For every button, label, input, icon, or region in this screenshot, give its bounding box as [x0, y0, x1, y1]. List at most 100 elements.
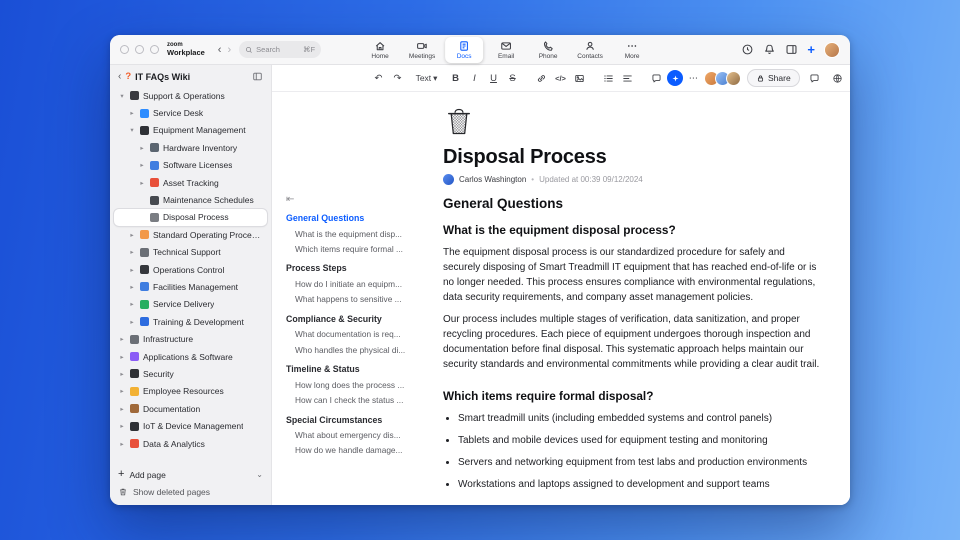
- toc-item[interactable]: How can I check the status ...: [286, 392, 424, 407]
- sidebar-item-infrastructure[interactable]: ▸ Infrastructure: [114, 330, 267, 347]
- bullet-item[interactable]: Smart treadmill units (including embedde…: [458, 411, 823, 426]
- add-page-button[interactable]: + Add page ⌄: [118, 469, 263, 480]
- redo-button[interactable]: ↷: [389, 69, 406, 87]
- author-name[interactable]: Carlos Washington: [459, 175, 526, 184]
- forward-button[interactable]: ›: [224, 44, 234, 56]
- sidebar-item-service-delivery[interactable]: ▸ Service Delivery: [114, 296, 267, 313]
- chevron-down-icon[interactable]: ▾: [118, 92, 126, 100]
- sidebar-item-service-desk[interactable]: ▸ Service Desk: [114, 104, 267, 121]
- ai-companion-button[interactable]: [667, 70, 683, 86]
- nav-tab-contacts[interactable]: Contacts: [571, 37, 609, 63]
- sidebar-item-technical-support[interactable]: ▸ Technical Support: [114, 244, 267, 261]
- chevron-right-icon[interactable]: ▸: [118, 405, 126, 413]
- chevron-right-icon[interactable]: ▸: [118, 335, 126, 343]
- toc-item[interactable]: What happens to sensitive ...: [286, 292, 424, 307]
- chevron-right-icon[interactable]: ▸: [128, 231, 136, 239]
- bullet-item[interactable]: Tablets and mobile devices used for equi…: [458, 433, 823, 448]
- new-item-plus-icon[interactable]: +: [807, 43, 815, 56]
- chevron-right-icon[interactable]: ▸: [128, 248, 136, 256]
- nav-tab-home[interactable]: Home: [361, 37, 399, 63]
- document-emoji-trash-icon[interactable]: [443, 106, 475, 138]
- sidebar-item-documentation[interactable]: ▸ Documentation: [114, 400, 267, 417]
- undo-button[interactable]: ↶: [370, 69, 387, 87]
- chat-button[interactable]: [806, 69, 823, 87]
- sidebar-item-support-operations[interactable]: ▾ Support & Operations: [114, 87, 267, 104]
- share-button[interactable]: Share: [747, 69, 800, 87]
- user-avatar[interactable]: [824, 41, 840, 58]
- bullet-list-button[interactable]: [600, 69, 617, 87]
- show-deleted-pages-button[interactable]: Show deleted pages: [118, 487, 263, 497]
- chevron-right-icon[interactable]: ▸: [138, 179, 146, 187]
- chevron-right-icon[interactable]: ▸: [128, 283, 136, 291]
- bullet-item[interactable]: Workstations and laptops assigned to dev…: [458, 477, 823, 492]
- toc-item[interactable]: What about emergency dis...: [286, 428, 424, 443]
- sidebar-item-iot-device-management[interactable]: ▸ IoT & Device Management: [114, 417, 267, 434]
- toc-item[interactable]: Which items require formal ...: [286, 241, 424, 256]
- sidebar-item-employee-resources[interactable]: ▸ Employee Resources: [114, 383, 267, 400]
- chevron-down-icon[interactable]: ▾: [128, 126, 136, 134]
- link-button[interactable]: [533, 69, 550, 87]
- sidebar-item-standard-operating-procedures[interactable]: ▸ Standard Operating Procedures: [114, 226, 267, 243]
- paragraph[interactable]: Our process includes multiple stages of …: [443, 312, 823, 372]
- toc-item[interactable]: How do I initiate an equipm...: [286, 276, 424, 291]
- paragraph[interactable]: The equipment disposal process is our st…: [443, 245, 823, 305]
- question-heading[interactable]: Which items require formal disposal?: [443, 389, 823, 403]
- chevron-right-icon[interactable]: ▸: [118, 422, 126, 430]
- toc-section-title[interactable]: Timeline & Status: [286, 364, 424, 374]
- toolbar-more-button[interactable]: ⋯: [685, 69, 702, 87]
- toc-item[interactable]: Who handles the physical di...: [286, 342, 424, 357]
- sidebar-back-button[interactable]: ‹: [118, 71, 121, 82]
- minimize-window-button[interactable]: [135, 45, 144, 54]
- nav-tab-phone[interactable]: Phone: [529, 37, 567, 63]
- collapse-toc-icon[interactable]: ⇤: [286, 194, 424, 205]
- section-heading[interactable]: General Questions: [443, 196, 823, 211]
- toc-item[interactable]: How long does the process ...: [286, 377, 424, 392]
- toc-item[interactable]: How do we handle damage...: [286, 443, 424, 458]
- chevron-right-icon[interactable]: ▸: [138, 161, 146, 169]
- underline-button[interactable]: U: [485, 69, 502, 87]
- question-heading[interactable]: What is the equipment disposal process?: [443, 223, 823, 237]
- back-button[interactable]: ‹: [215, 44, 225, 56]
- toc-section-title[interactable]: General Questions: [286, 213, 424, 223]
- toc-item[interactable]: What documentation is req...: [286, 327, 424, 342]
- sidebar-item-operations-control[interactable]: ▸ Operations Control: [114, 261, 267, 278]
- bold-button[interactable]: B: [447, 69, 464, 87]
- bullet-item[interactable]: Servers and networking equipment from te…: [458, 455, 823, 470]
- history-icon[interactable]: [741, 43, 754, 56]
- chevron-right-icon[interactable]: ▸: [118, 370, 126, 378]
- sidebar-item-facilities-management[interactable]: ▸ Facilities Management: [114, 278, 267, 295]
- nav-tab-docs[interactable]: Docs: [445, 37, 484, 63]
- italic-button[interactable]: I: [466, 69, 483, 87]
- toc-item[interactable]: What is the equipment disp...: [286, 226, 424, 241]
- search-input[interactable]: Search ⌘F: [239, 41, 322, 58]
- publish-globe-button[interactable]: [829, 69, 846, 87]
- sidebar-item-equipment-management[interactable]: ▾ Equipment Management: [114, 122, 267, 139]
- chevron-right-icon[interactable]: ▸: [128, 318, 136, 326]
- comment-button[interactable]: [648, 69, 665, 87]
- sidebar-item-applications-software[interactable]: ▸ Applications & Software: [114, 348, 267, 365]
- sidebar-item-disposal-process[interactable]: Disposal Process: [114, 208, 267, 227]
- nav-tab-meetings[interactable]: Meetings: [403, 37, 441, 63]
- chevron-right-icon[interactable]: ▸: [128, 300, 136, 308]
- code-button[interactable]: </>: [552, 69, 569, 87]
- collapse-sidebar-icon[interactable]: [252, 71, 263, 82]
- sidebar-item-software-licenses[interactable]: ▸ Software Licenses: [114, 157, 267, 174]
- toggle-panel-icon[interactable]: [785, 43, 798, 56]
- close-window-button[interactable]: [120, 45, 129, 54]
- nav-tab-more[interactable]: More: [613, 37, 651, 63]
- chevron-right-icon[interactable]: ▸: [138, 144, 146, 152]
- collaborator-avatar[interactable]: [726, 70, 741, 86]
- sidebar-item-security[interactable]: ▸ Security: [114, 365, 267, 382]
- fullscreen-window-button[interactable]: [150, 45, 159, 54]
- chevron-right-icon[interactable]: ▸: [128, 109, 136, 117]
- sidebar-item-data-analytics[interactable]: ▸ Data & Analytics: [114, 435, 267, 452]
- sidebar-item-asset-tracking[interactable]: ▸ Asset Tracking: [114, 174, 267, 191]
- notifications-bell-icon[interactable]: [763, 43, 776, 56]
- nav-tab-email[interactable]: Email: [487, 37, 525, 63]
- chevron-right-icon[interactable]: ▸: [118, 440, 126, 448]
- chevron-right-icon[interactable]: ▸: [128, 266, 136, 274]
- toc-section-title[interactable]: Compliance & Security: [286, 314, 424, 324]
- sidebar-item-training-development[interactable]: ▸ Training & Development: [114, 313, 267, 330]
- chevron-down-icon[interactable]: ⌄: [256, 470, 263, 479]
- toc-section-title[interactable]: Process Steps: [286, 263, 424, 273]
